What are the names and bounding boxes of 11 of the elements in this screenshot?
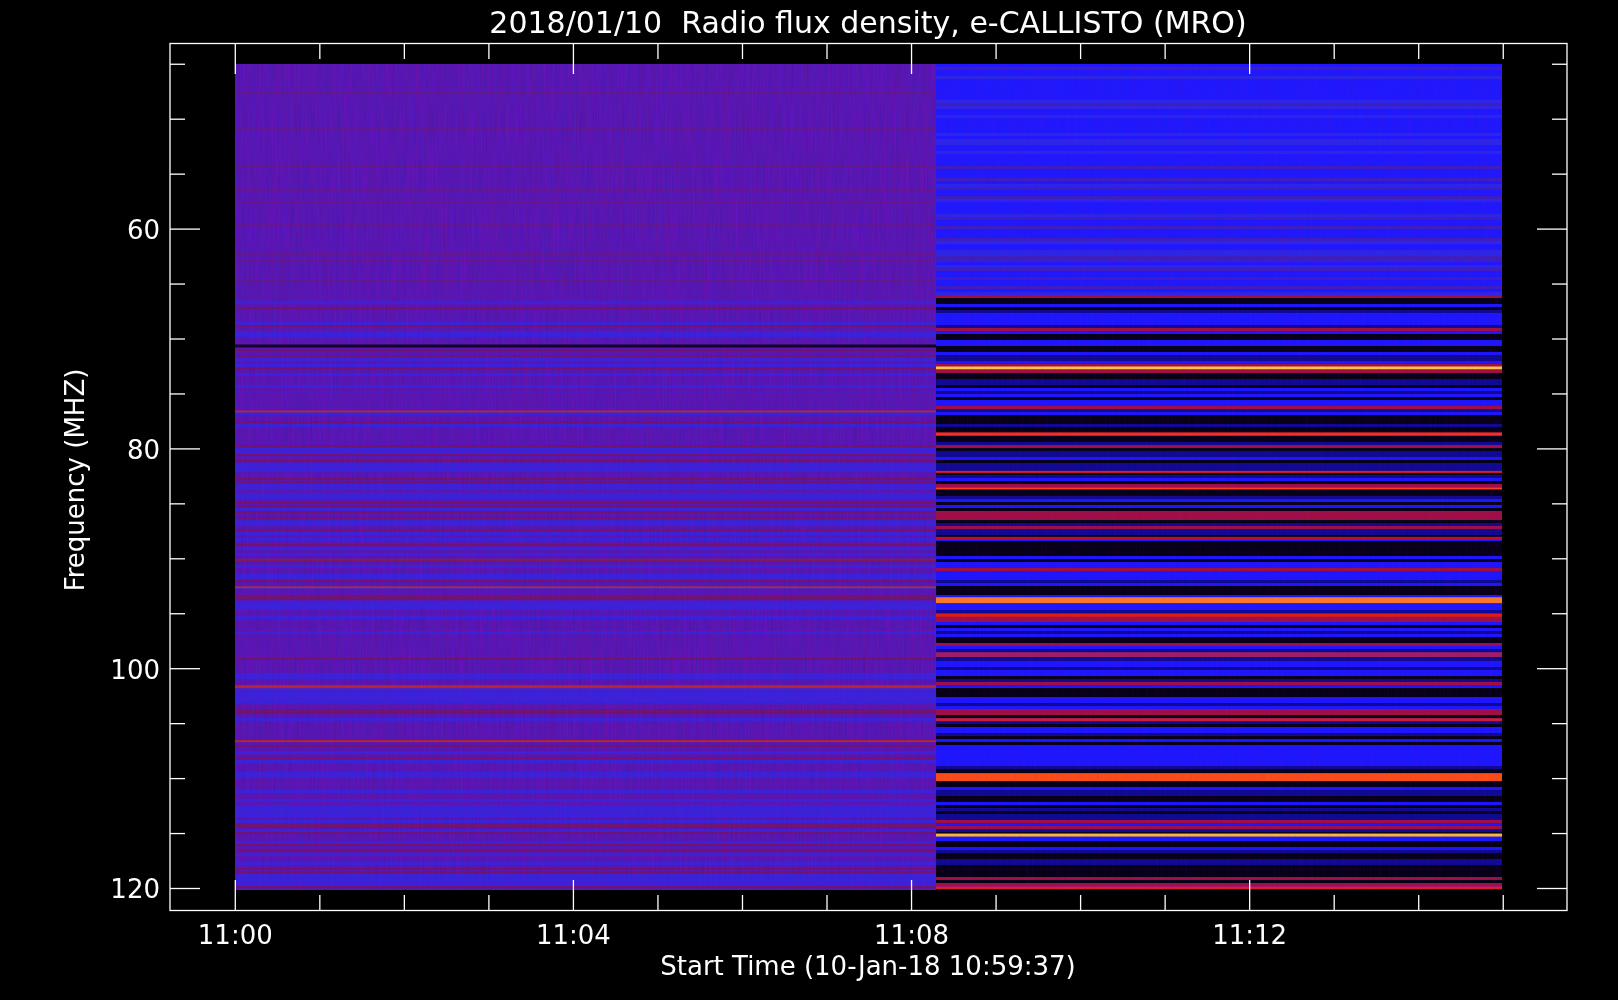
tick-label: 80 [126, 434, 160, 465]
axis-title: Frequency (MHZ) [60, 368, 90, 592]
chart-title: 2018/01/10 Radio flux density, e-CALLISTO (MRO) [489, 5, 1247, 40]
tick-label: 11:08 [874, 920, 949, 950]
tick-label: 11:00 [197, 920, 273, 950]
tick-label: 100 [110, 654, 160, 685]
tick-label: 11:12 [1212, 920, 1288, 950]
tick-label: 11:04 [535, 920, 611, 950]
tick-label: 60 [126, 215, 160, 245]
axis-title: Start Time (10-Jan-18 10:59:37) [660, 951, 1076, 981]
tick-label: 120 [110, 874, 160, 905]
